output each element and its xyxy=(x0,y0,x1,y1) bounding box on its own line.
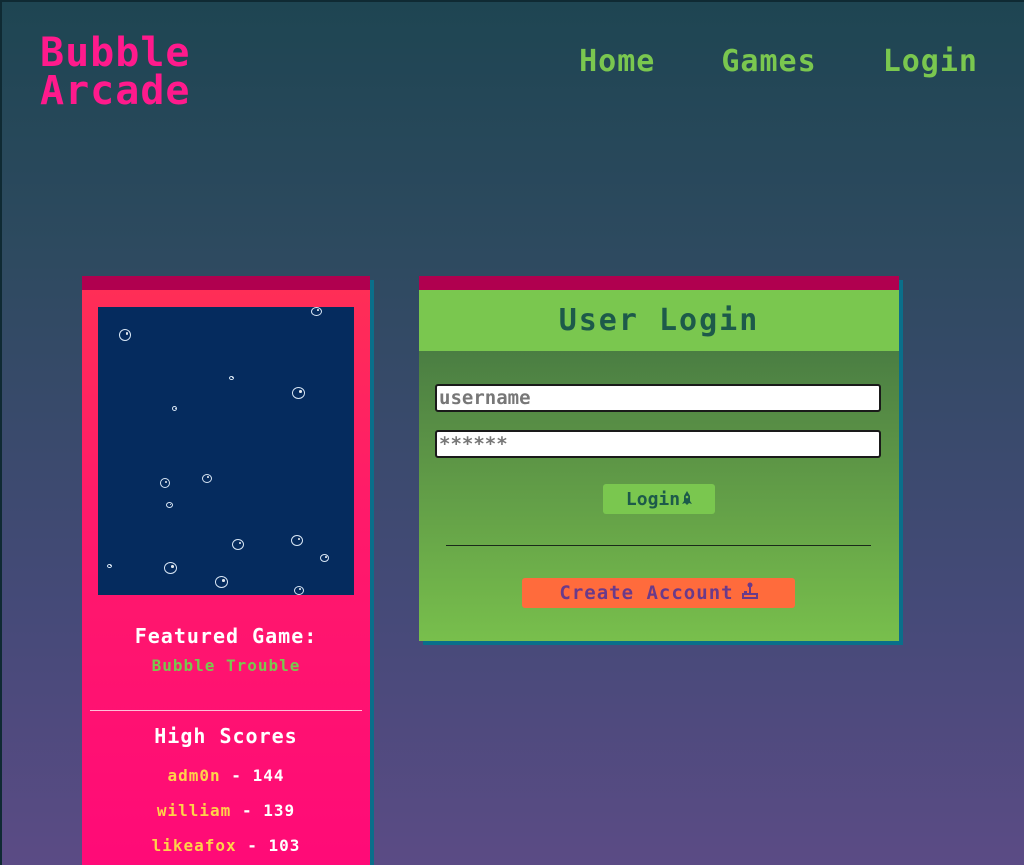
divider xyxy=(446,545,871,546)
bubble xyxy=(164,562,177,574)
rocket-icon xyxy=(682,489,693,510)
bubble xyxy=(294,586,304,595)
nav-link-login[interactable]: Login xyxy=(883,44,978,79)
game-preview[interactable] xyxy=(98,307,354,595)
bubble xyxy=(172,406,177,411)
login-title: User Login xyxy=(419,290,899,351)
login-submit-button[interactable]: Login xyxy=(603,484,715,514)
joystick-icon xyxy=(741,582,758,605)
bubble xyxy=(107,564,112,568)
score-row: adm0n - 144 xyxy=(82,766,370,785)
score-separator: - xyxy=(236,836,269,855)
site-logo[interactable]: Bubble Arcade xyxy=(40,30,240,114)
bubble xyxy=(215,576,228,588)
score-player-name: adm0n xyxy=(167,766,221,785)
bubble xyxy=(119,329,131,341)
high-scores-title: High Scores xyxy=(154,724,298,748)
bubble xyxy=(311,307,322,316)
card-accent-bar xyxy=(419,276,899,290)
score-separator: - xyxy=(231,801,264,820)
create-account-button[interactable]: Create Account xyxy=(522,578,795,608)
main-nav: Home Games Login xyxy=(579,44,978,79)
bubble xyxy=(320,554,329,562)
featured-title: Featured Game: xyxy=(134,624,318,648)
score-player-name: william xyxy=(156,801,232,820)
create-account-label: Create Account xyxy=(559,582,734,604)
score-player-name: likeafox xyxy=(151,836,237,855)
logo-line-1: Bubble xyxy=(40,30,191,76)
score-value: 139 xyxy=(263,801,296,820)
login-card: User Login Login Create Account xyxy=(419,276,899,641)
bubble xyxy=(232,539,244,550)
bubble xyxy=(229,376,234,380)
score-row: william - 139 xyxy=(82,801,370,820)
bubble xyxy=(291,535,303,546)
score-row: likeafox - 103 xyxy=(82,836,370,855)
password-input[interactable] xyxy=(435,430,881,458)
username-input[interactable] xyxy=(435,384,881,412)
featured-game-link[interactable]: Bubble Trouble xyxy=(82,656,370,675)
bubble xyxy=(166,502,173,508)
nav-link-home[interactable]: Home xyxy=(579,44,655,79)
bubble xyxy=(292,387,305,399)
score-value: 103 xyxy=(268,836,301,855)
divider xyxy=(90,710,362,711)
featured-card: Featured Game: Bubble Trouble High Score… xyxy=(82,276,370,865)
score-value: 144 xyxy=(252,766,285,785)
logo-line-2: Arcade xyxy=(40,68,191,114)
bubble xyxy=(160,478,170,488)
card-accent-bar xyxy=(82,276,370,290)
bubble xyxy=(202,474,212,483)
login-submit-label: Login xyxy=(625,488,681,510)
nav-link-games[interactable]: Games xyxy=(721,44,816,79)
score-separator: - xyxy=(220,766,253,785)
